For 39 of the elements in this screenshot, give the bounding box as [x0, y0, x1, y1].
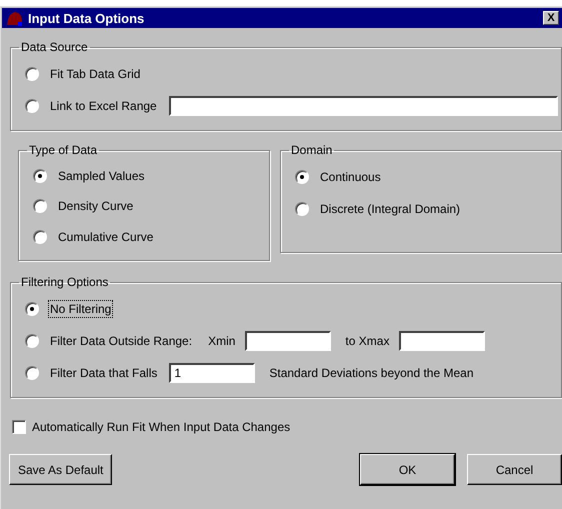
option-label[interactable]: Discrete (Integral Domain)	[318, 200, 462, 218]
option-label[interactable]: Filter Data that Falls	[48, 364, 160, 382]
input-field[interactable]	[168, 96, 558, 116]
radio-button[interactable]	[295, 202, 309, 216]
option-label[interactable]: Sampled Values	[56, 167, 146, 186]
option-label[interactable]: Fit Tab Data Grid	[48, 65, 142, 83]
app-icon	[6, 10, 24, 26]
input-field[interactable]	[399, 331, 486, 351]
option-label[interactable]: Continuous	[318, 168, 383, 186]
group-title: Domain	[290, 143, 334, 157]
group-title: Type of Data	[28, 143, 98, 157]
checkbox-label[interactable]: Automatically Run Fit When Input Data Changes	[32, 420, 290, 434]
field-label: to Xmax	[345, 334, 390, 348]
option-label[interactable]: Link to Excel Range	[48, 97, 159, 115]
input-field[interactable]	[245, 331, 332, 351]
window-title: Input Data Options	[28, 10, 146, 26]
radio-button[interactable]	[33, 230, 47, 244]
close-button[interactable]: X	[543, 11, 559, 25]
radio-button[interactable]	[25, 302, 39, 316]
radio-button[interactable]	[33, 199, 47, 214]
radio-button[interactable]	[25, 366, 39, 380]
option-label[interactable]: Density Curve	[56, 197, 136, 216]
radio-button[interactable]	[25, 334, 39, 348]
radio-button[interactable]	[25, 99, 39, 113]
option-label[interactable]: Cumulative Curve	[56, 228, 156, 246]
radio-button[interactable]	[25, 67, 39, 81]
radio-button[interactable]	[33, 169, 47, 184]
checkbox[interactable]	[12, 420, 26, 434]
field-label: Standard Deviations beyond the Mean	[269, 366, 474, 380]
input-field[interactable]: 1	[169, 363, 256, 383]
field-label: Xmin	[208, 334, 236, 348]
option-label[interactable]: No Filtering	[48, 300, 114, 318]
ok-button[interactable]: OK	[360, 454, 455, 485]
cancel-button[interactable]: Cancel	[467, 454, 562, 485]
radio-button[interactable]	[295, 170, 309, 184]
option-label[interactable]: Filter Data Outside Range:	[48, 332, 194, 350]
group-title: Data Source	[20, 40, 89, 54]
group-title: Filtering Options	[20, 275, 110, 289]
save-default-button[interactable]: Save As Default	[9, 454, 112, 485]
